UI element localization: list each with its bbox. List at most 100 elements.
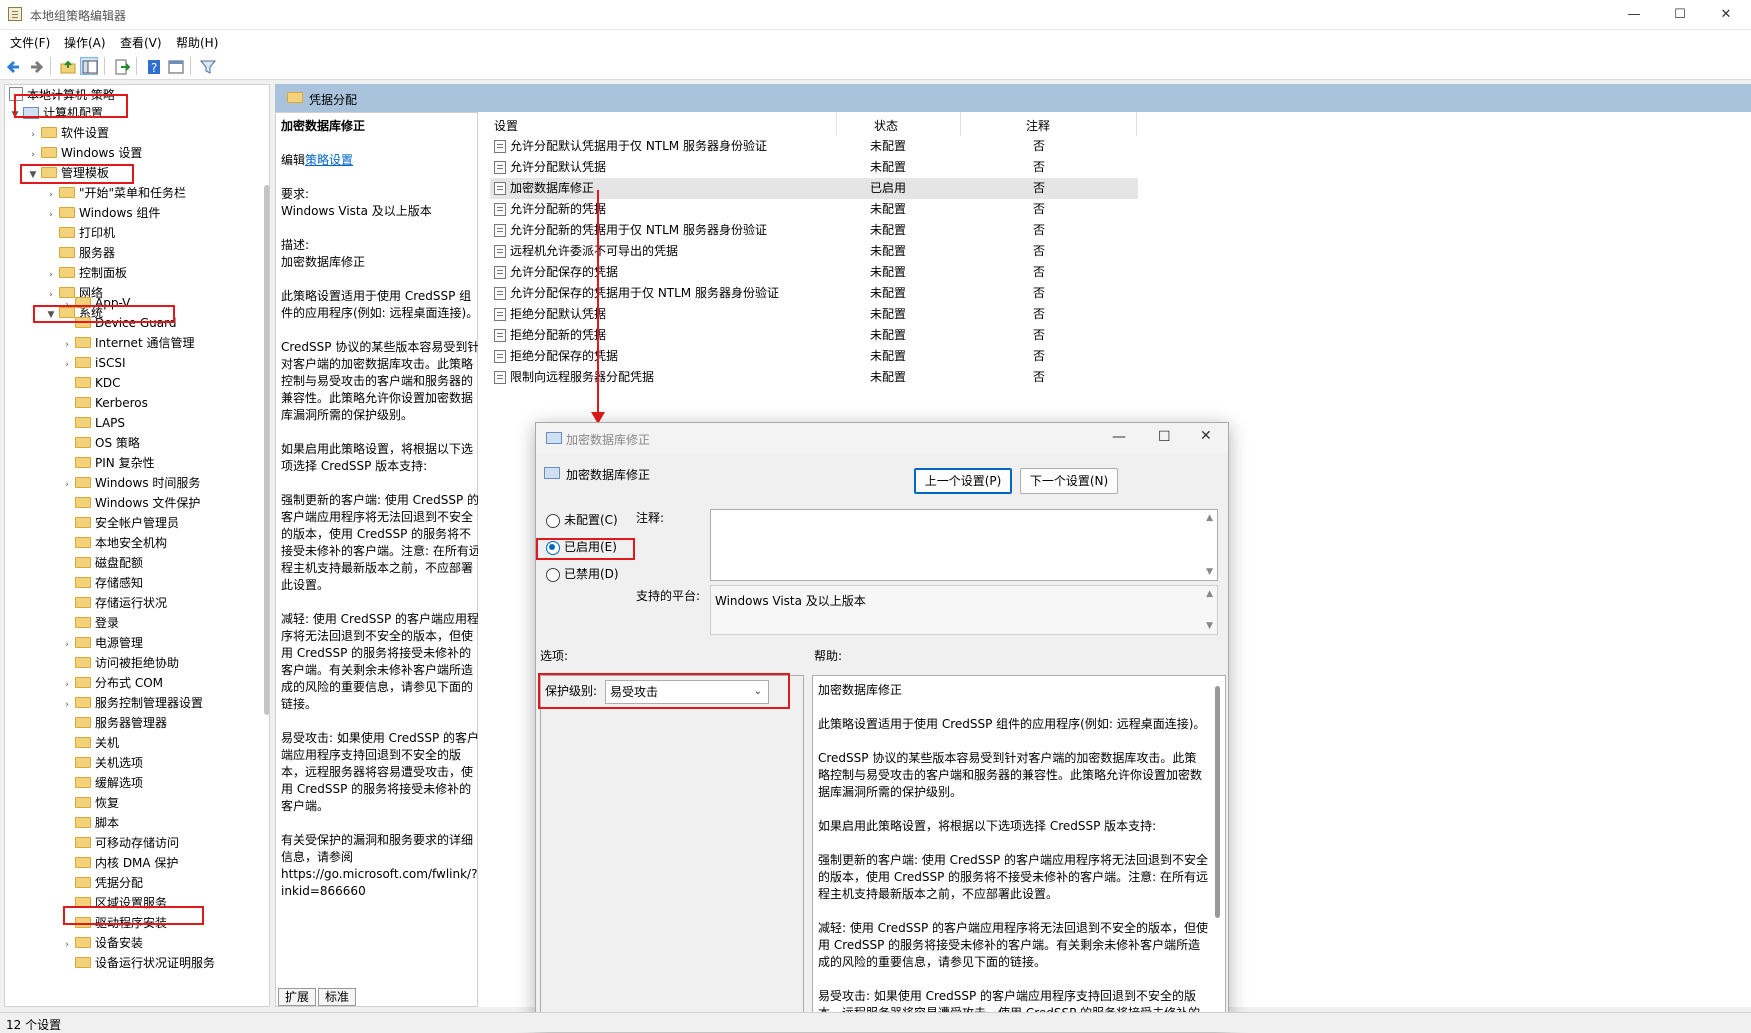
tree-windows-settings[interactable]: › Windows 设置 bbox=[27, 143, 142, 163]
up-folder-icon[interactable] bbox=[58, 57, 76, 75]
menu-help[interactable]: 帮助(H) bbox=[176, 34, 218, 51]
tree-item-system-child[interactable]: › Windows 时间服务 bbox=[61, 473, 200, 493]
list-header: 设置 状态 注释 bbox=[488, 112, 1138, 136]
dialog-maximize-icon[interactable]: ☐ bbox=[1158, 429, 1171, 445]
tree-item-system-child[interactable]: 服务器管理器 bbox=[61, 713, 167, 733]
radio-not-configured[interactable]: 未配置(C) bbox=[546, 511, 618, 529]
tree-item-system-child[interactable]: PIN 复杂性 bbox=[61, 453, 155, 473]
tree-item-system-child[interactable]: › 服务控制管理器设置 bbox=[61, 693, 203, 713]
tree-item-system-child[interactable]: 缓解选项 bbox=[61, 773, 143, 793]
maximize-icon[interactable]: ☐ bbox=[1657, 0, 1703, 30]
forward-icon[interactable] bbox=[26, 57, 44, 75]
folder-icon bbox=[75, 797, 91, 808]
setting-icon bbox=[494, 245, 506, 258]
table-row[interactable]: 允许分配保存的凭据 未配置否 bbox=[490, 262, 1138, 283]
setting-icon bbox=[494, 182, 506, 195]
table-row[interactable]: 允许分配新的凭据 未配置否 bbox=[490, 199, 1138, 220]
tree-item-system-child[interactable]: 关机选项 bbox=[61, 753, 143, 773]
back-icon[interactable] bbox=[4, 57, 22, 75]
prev-setting-button[interactable]: 上一个设置(P) bbox=[914, 468, 1012, 494]
dialog-close-icon[interactable]: ✕ bbox=[1200, 428, 1212, 444]
folder-icon bbox=[75, 357, 91, 368]
help-scrollbar[interactable] bbox=[1215, 686, 1220, 918]
comment-label: 注释: bbox=[636, 511, 665, 525]
table-row[interactable]: 允许分配默认凭据用于仅 NTLM 服务器身份验证 未配置否 bbox=[490, 136, 1138, 157]
close-icon[interactable]: ✕ bbox=[1703, 0, 1749, 30]
view-tabs: 扩展 标准 bbox=[278, 988, 358, 1006]
table-row[interactable]: 允许分配默认凭据 未配置否 bbox=[490, 157, 1138, 178]
properties-icon[interactable] bbox=[166, 57, 184, 75]
tree-item-system-child[interactable]: › 设备安装 bbox=[61, 933, 143, 953]
folder-icon bbox=[75, 577, 91, 588]
dialog-minimize-icon[interactable]: — bbox=[1112, 429, 1126, 445]
table-row[interactable]: 允许分配新的凭据用于仅 NTLM 服务器身份验证 未配置否 bbox=[490, 220, 1138, 241]
comment-textarea[interactable]: ▲ ▼ bbox=[710, 509, 1218, 581]
column-state[interactable]: 状态 bbox=[874, 117, 898, 134]
show-hide-tree-icon[interactable] bbox=[80, 57, 98, 75]
tree-item-level3[interactable]: › Windows 组件 bbox=[45, 203, 160, 223]
tree-item-level3[interactable]: › "开始"菜单和任务栏 bbox=[45, 183, 186, 203]
menu-file[interactable]: 文件(F) bbox=[10, 34, 50, 51]
tab-standard[interactable]: 标准 bbox=[318, 988, 357, 1006]
policy-dialog: 加密数据库修正 — ☐ ✕ 加密数据库修正 上一个设置(P) 下一个设置(N) … bbox=[535, 422, 1229, 1032]
table-row[interactable]: 拒绝分配新的凭据 未配置否 bbox=[490, 325, 1138, 346]
setting-icon bbox=[494, 224, 506, 237]
tree-item-system-child[interactable]: Windows 文件保护 bbox=[61, 493, 200, 513]
tree-item-system-child[interactable]: 安全帐户管理员 bbox=[61, 513, 179, 533]
help-icon[interactable]: ? bbox=[144, 57, 162, 75]
tree-item-system-child[interactable]: 内核 DMA 保护 bbox=[61, 853, 178, 873]
tree-item-system-child[interactable]: 关机 bbox=[61, 733, 119, 753]
menu-action[interactable]: 操作(A) bbox=[64, 34, 106, 51]
folder-icon bbox=[287, 92, 303, 103]
tree-item-system-child[interactable]: 访问被拒绝协助 bbox=[61, 653, 179, 673]
tree-software-settings[interactable]: › 软件设置 bbox=[27, 123, 109, 143]
table-row[interactable]: 加密数据库修正 已启用否 bbox=[490, 178, 1138, 199]
folder-icon bbox=[75, 397, 91, 408]
folder-icon bbox=[75, 697, 91, 708]
tree-item-system-child[interactable]: › iSCSI bbox=[61, 353, 125, 373]
tree-item-system-child[interactable]: 凭据分配 bbox=[61, 873, 143, 893]
navigation-tree: 本地计算机 策略 ▼ 计算机配置 › 软件设置 › Windows 设置 ▼ 管理模板 … bbox=[4, 84, 270, 1007]
filter-icon[interactable] bbox=[198, 57, 217, 75]
tree-item-system-child[interactable]: 恢复 bbox=[61, 793, 119, 813]
tab-extended[interactable]: 扩展 bbox=[278, 988, 317, 1006]
svg-text:?: ? bbox=[151, 61, 157, 75]
tree-item-system-child[interactable]: KDC bbox=[61, 373, 121, 393]
edit-policy-link[interactable]: 策略设置 bbox=[305, 153, 353, 167]
next-setting-button[interactable]: 下一个设置(N) bbox=[1020, 468, 1118, 494]
column-comment[interactable]: 注释 bbox=[1026, 117, 1050, 134]
table-row[interactable]: 拒绝分配默认凭据 未配置否 bbox=[490, 304, 1138, 325]
tree-item-system-child[interactable]: 脚本 bbox=[61, 813, 119, 833]
tree-item-system-child[interactable]: › 电源管理 bbox=[61, 633, 143, 653]
tree-item-system-child[interactable]: Kerberos bbox=[61, 393, 148, 413]
table-row[interactable]: 允许分配保存的凭据用于仅 NTLM 服务器身份验证 未配置否 bbox=[490, 283, 1138, 304]
tree-item-system-child[interactable]: 登录 bbox=[61, 613, 119, 633]
folder-icon bbox=[75, 837, 91, 848]
tree-item-level3[interactable]: 服务器 bbox=[45, 243, 115, 263]
tree-item-system-child[interactable]: 磁盘配额 bbox=[61, 553, 143, 573]
tree-item-system-child[interactable]: 设备运行状况证明服务 bbox=[61, 953, 215, 973]
tree-item-system-child[interactable]: LAPS bbox=[61, 413, 125, 433]
folder-icon bbox=[75, 437, 91, 448]
table-row[interactable]: 拒绝分配保存的凭据 未配置否 bbox=[490, 346, 1138, 367]
column-setting[interactable]: 设置 bbox=[494, 117, 518, 134]
minimize-icon[interactable]: — bbox=[1611, 0, 1657, 30]
tree-item-system-child[interactable]: 存储运行状况 bbox=[61, 593, 167, 613]
tree-item-system-child[interactable]: OS 策略 bbox=[61, 433, 140, 453]
radio-disabled[interactable]: 已禁用(D) bbox=[546, 565, 619, 583]
tree-item-system-child[interactable]: › 分布式 COM bbox=[61, 673, 163, 693]
table-row[interactable]: 限制向远程服务器分配凭据 未配置否 bbox=[490, 367, 1138, 388]
tree-item-level3[interactable]: 打印机 bbox=[45, 223, 115, 243]
tree-item-system-child[interactable]: 可移动存储访问 bbox=[61, 833, 179, 853]
folder-icon bbox=[75, 637, 91, 648]
tree-item-system-child[interactable]: 本地安全机构 bbox=[61, 533, 167, 553]
tree-item-system-child[interactable]: 存储感知 bbox=[61, 573, 143, 593]
tree-item-system-child[interactable]: › Internet 通信管理 bbox=[61, 333, 194, 353]
menu-view[interactable]: 查看(V) bbox=[120, 34, 162, 51]
tree-scrollbar[interactable] bbox=[264, 185, 269, 715]
table-row[interactable]: 远程机允许委派不可导出的凭据 未配置否 bbox=[490, 241, 1138, 262]
dialog-title-bar: 加密数据库修正 — ☐ ✕ bbox=[536, 423, 1228, 453]
folder-icon bbox=[59, 227, 75, 238]
export-list-icon[interactable] bbox=[112, 57, 131, 75]
tree-item-level3[interactable]: › 控制面板 bbox=[45, 263, 127, 283]
